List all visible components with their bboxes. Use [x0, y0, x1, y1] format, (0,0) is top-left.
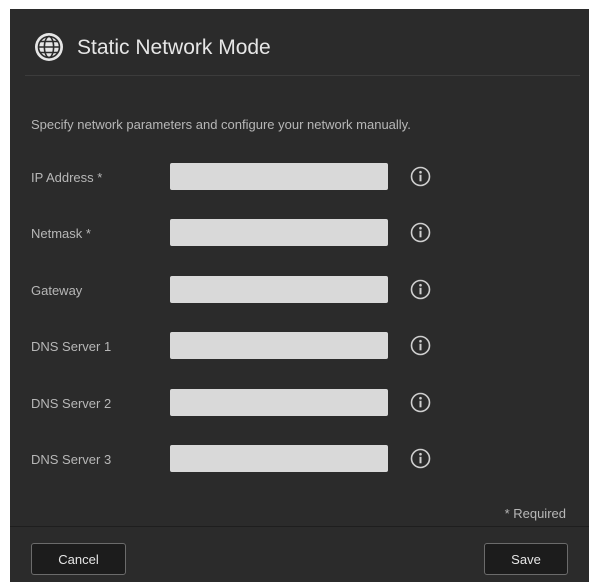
ip-address-label: IP Address * — [31, 170, 103, 185]
footer-divider — [10, 526, 589, 527]
dns-server-3-input[interactable] — [170, 445, 388, 472]
info-icon[interactable] — [410, 166, 431, 187]
dns-server-2-input[interactable] — [170, 389, 388, 416]
field-row-gateway: Gateway — [10, 276, 589, 306]
field-row-ip-address: IP Address * — [10, 163, 589, 193]
netmask-input[interactable] — [170, 219, 388, 246]
cancel-button[interactable]: Cancel — [31, 543, 126, 575]
info-icon[interactable] — [410, 335, 431, 356]
dialog-title: Static Network Mode — [77, 36, 271, 59]
field-row-netmask: Netmask * — [10, 219, 589, 249]
dns-server-1-input[interactable] — [170, 332, 388, 359]
globe-icon — [35, 33, 63, 61]
required-note: * Required — [504, 506, 566, 521]
dialog-description: Specify network parameters and configure… — [31, 117, 411, 132]
field-row-dns-server-1: DNS Server 1 — [10, 332, 589, 362]
gateway-label: Gateway — [31, 283, 83, 298]
header-divider — [25, 75, 580, 76]
dns-server-3-label: DNS Server 3 — [31, 452, 112, 467]
info-icon[interactable] — [410, 279, 431, 300]
dns-server-2-label: DNS Server 2 — [31, 396, 112, 411]
info-icon[interactable] — [410, 222, 431, 243]
ip-address-input[interactable] — [170, 163, 388, 190]
static-network-dialog: Static Network Mode Specify network para… — [10, 9, 589, 582]
field-row-dns-server-2: DNS Server 2 — [10, 389, 589, 419]
netmask-label: Netmask * — [31, 226, 91, 241]
dns-server-1-label: DNS Server 1 — [31, 339, 112, 354]
field-row-dns-server-3: DNS Server 3 — [10, 445, 589, 475]
dialog-header: Static Network Mode — [10, 9, 589, 76]
info-icon[interactable] — [410, 448, 431, 469]
gateway-input[interactable] — [170, 276, 388, 303]
save-button[interactable]: Save — [484, 543, 568, 575]
info-icon[interactable] — [410, 392, 431, 413]
